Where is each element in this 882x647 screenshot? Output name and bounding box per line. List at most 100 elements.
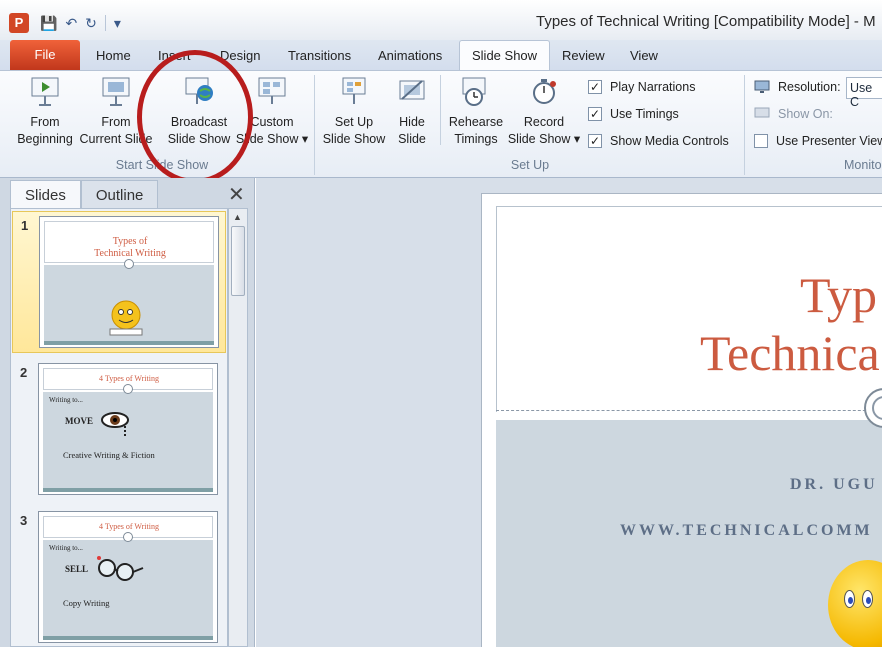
crying-eye-icon <box>101 412 129 436</box>
slide-preview: 4 Types of Writing Writing to... MOVE Cr… <box>38 363 218 495</box>
slide-thumbnail-3[interactable]: 3 4 Types of Writing Writing to... SELL … <box>12 507 226 647</box>
slide-keyword: MOVE <box>65 416 93 426</box>
tab-slide-show[interactable]: Slide Show <box>459 40 551 71</box>
group-separator <box>440 75 441 145</box>
slide-thumbnails: 1 Types of Technical Writing 2 4 Types o… <box>10 208 228 647</box>
save-icon[interactable]: 💾 <box>40 15 57 32</box>
projector-current-icon <box>102 77 130 106</box>
group-separator <box>314 75 315 175</box>
powerpoint-app-icon[interactable]: P <box>9 13 29 33</box>
glasses-icon <box>97 556 144 581</box>
setup-label-2: Slide Show <box>322 132 386 146</box>
checkbox-checked-icon[interactable]: ✓ <box>588 134 602 148</box>
thumbnails-scrollbar[interactable]: ▲ <box>228 208 248 647</box>
show-on-label: Show On: <box>778 107 833 121</box>
checkbox-checked-icon[interactable]: ✓ <box>588 107 602 121</box>
slide-ring-ornament <box>123 384 133 394</box>
slide-website: WWW.TECHNICALCOMM <box>620 522 873 539</box>
slide-keyword: SELL <box>65 564 89 574</box>
resolution-row: Resolution: <box>754 80 841 94</box>
customize-qat-icon[interactable]: ▾ <box>114 15 121 32</box>
slide-title: 4 Types of Writing <box>99 522 159 531</box>
record-slide-show-button[interactable]: Record Slide Show ▾ <box>506 75 582 148</box>
slide-bullet: Writing to... <box>49 396 83 404</box>
close-icon[interactable]: ✕ <box>228 182 245 207</box>
quick-access-toolbar: 💾 ↶ ↻ ▾ <box>40 13 121 33</box>
record-label-2: Slide Show ▾ <box>507 132 581 146</box>
tab-home[interactable]: Home <box>96 48 131 63</box>
redo-icon[interactable]: ↻ <box>85 15 97 32</box>
slide-footer-bar <box>44 341 214 345</box>
rehearse-clock-icon <box>462 77 486 106</box>
scroll-up-icon[interactable]: ▲ <box>233 212 242 222</box>
set-up-group-label: Set Up <box>510 158 550 172</box>
checkbox-unchecked-icon[interactable] <box>754 134 768 148</box>
tab-view[interactable]: View <box>630 48 658 63</box>
from-beginning-label-2: Beginning <box>17 132 73 146</box>
projector-play-icon <box>31 77 59 106</box>
scroll-thumb[interactable] <box>231 226 245 296</box>
slide-title-line-1: Typ <box>800 267 878 323</box>
monitors-group-label: Monito <box>844 158 882 172</box>
group-separator <box>744 75 745 175</box>
show-media-controls-label: Show Media Controls <box>610 134 729 148</box>
tab-transitions[interactable]: Transitions <box>288 48 351 63</box>
use-presenter-view-checkbox[interactable]: Use Presenter View <box>754 134 882 148</box>
play-narrations-label: Play Narrations <box>610 80 696 94</box>
play-narrations-checkbox[interactable]: ✓ Play Narrations <box>588 80 695 94</box>
tab-slides[interactable]: Slides <box>10 180 81 208</box>
slide-divider <box>496 410 882 411</box>
use-timings-checkbox[interactable]: ✓ Use Timings <box>588 107 679 121</box>
hide-label-1: Hide <box>399 115 425 129</box>
slide-preview: 4 Types of Writing Writing to... SELL Co… <box>38 511 218 643</box>
from-beginning-label-1: From <box>30 115 60 129</box>
hide-label-2: Slide <box>398 132 426 146</box>
slide-footer-bar <box>43 636 213 640</box>
slide-bullet: Writing to... <box>49 544 83 552</box>
pane-tabs: Slides Outline <box>10 180 159 208</box>
custom-slides-icon <box>258 77 286 104</box>
undo-icon[interactable]: ↶ <box>65 15 77 32</box>
window-title: Types of Technical Writing [Compatibilit… <box>536 13 876 30</box>
slide-number: 2 <box>20 365 28 380</box>
slide-body-area <box>43 392 213 488</box>
slide-thumbnail-2[interactable]: 2 4 Types of Writing Writing to... MOVE … <box>12 359 226 501</box>
record-label-1: Record <box>523 115 565 129</box>
show-on-row: Show On: <box>754 107 833 121</box>
checkbox-checked-icon[interactable]: ✓ <box>588 80 602 94</box>
resolution-dropdown[interactable]: Use C <box>846 77 882 109</box>
slide-number: 3 <box>20 513 28 528</box>
title-bar: P 💾 ↶ ↻ ▾ Types of Technical Writing [Co… <box>0 0 882 42</box>
slide-title-line-1: Types of <box>112 236 148 247</box>
use-timings-label: Use Timings <box>610 107 679 121</box>
slide-ring-ornament <box>124 259 134 269</box>
record-stopwatch-icon <box>533 79 556 104</box>
slide-caption: Copy Writing <box>63 598 110 608</box>
slide-author: DR. UGU <box>790 476 878 493</box>
show-on-monitor-icon <box>754 107 770 118</box>
from-beginning-button[interactable]: From Beginning <box>14 75 76 148</box>
slide-title-line-2: Technical Writing <box>94 248 166 259</box>
slides-pane: Slides Outline ✕ 1 Types of Technical Wr… <box>0 178 255 647</box>
tab-review[interactable]: Review <box>562 48 605 63</box>
qat-separator <box>104 15 106 31</box>
rehearse-label-2: Timings <box>454 132 498 146</box>
slide-caption: Creative Writing & Fiction <box>63 450 155 460</box>
smiley-left-eye <box>844 590 855 608</box>
hide-slide-button[interactable]: Hide Slide <box>392 75 432 148</box>
tab-animations[interactable]: Animations <box>378 48 442 63</box>
presenter-view-label: Use Presenter View <box>776 134 882 148</box>
show-media-controls-checkbox[interactable]: ✓ Show Media Controls <box>588 134 729 148</box>
slide-thumbnail-1[interactable]: 1 Types of Technical Writing <box>12 211 226 353</box>
setup-slides-icon <box>342 77 366 104</box>
tab-file[interactable]: File <box>10 40 80 70</box>
rehearse-timings-button[interactable]: Rehearse Timings <box>446 75 506 148</box>
slide-title: 4 Types of Writing <box>99 374 159 383</box>
smiley-right-eye <box>862 590 873 608</box>
set-up-slide-show-button[interactable]: Set Up Slide Show <box>318 75 390 148</box>
slide-number: 1 <box>21 218 29 233</box>
tab-outline[interactable]: Outline <box>80 180 159 208</box>
slide-ring-ornament <box>123 532 133 542</box>
resolution-label: Resolution: <box>778 80 841 94</box>
ribbon-tabs: File Home Insert Design Transitions Anim… <box>0 40 882 71</box>
